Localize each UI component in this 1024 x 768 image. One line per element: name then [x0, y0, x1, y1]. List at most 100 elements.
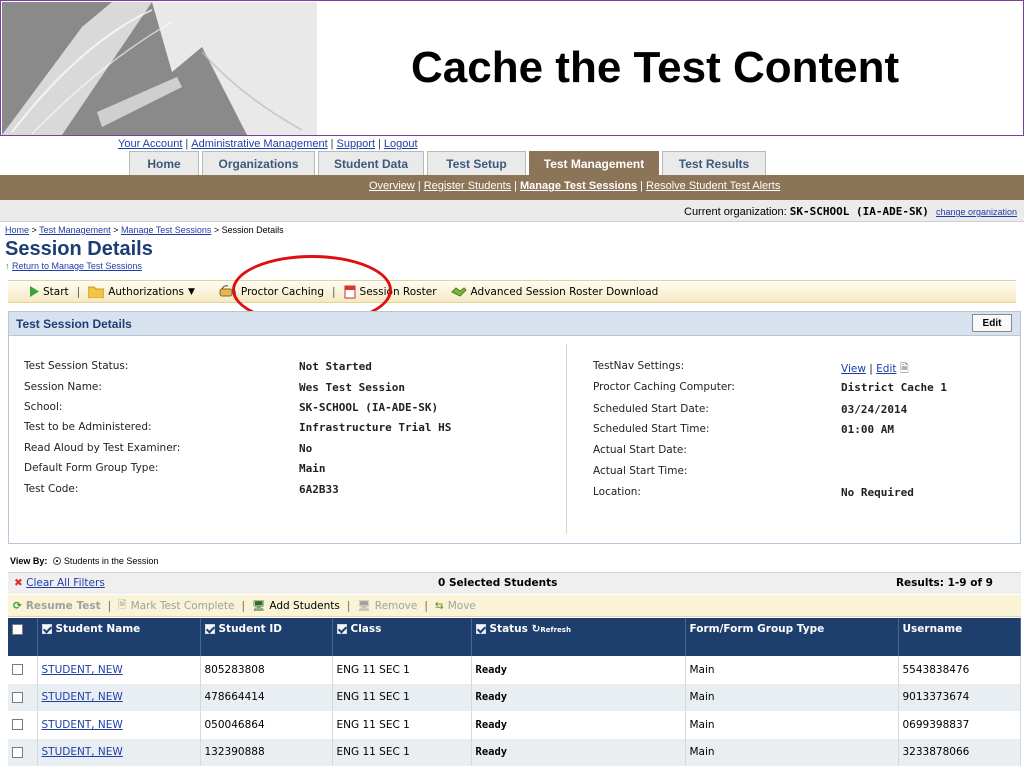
- actual-date-label: Actual Start Date:: [593, 444, 687, 456]
- advanced-roster-label: Advanced Session Roster Download: [470, 285, 659, 298]
- subnav-manage-test-sessions[interactable]: Manage Test Sessions: [520, 180, 637, 192]
- start-button[interactable]: Start: [30, 286, 69, 298]
- start-label: Start: [43, 285, 69, 298]
- move-label: Move: [447, 599, 476, 612]
- advanced-roster-download-button[interactable]: Advanced Session Roster Download: [450, 285, 659, 298]
- col-class-label: Class: [350, 623, 382, 635]
- col-username-label: Username: [902, 623, 963, 635]
- table-row: STUDENT, NEW 132390888 ENG 11 SEC 1 Read…: [8, 738, 1021, 766]
- breadcrumb-home[interactable]: Home: [5, 225, 29, 235]
- remove-label: Remove: [374, 599, 418, 612]
- student-name-cell: STUDENT, NEW: [37, 711, 201, 739]
- tab-test-results[interactable]: Test Results: [662, 151, 766, 175]
- tab-student-data[interactable]: Student Data: [318, 151, 424, 175]
- test-administered-label: Test to be Administered:: [24, 421, 152, 433]
- breadcrumb-test-management[interactable]: Test Management: [39, 225, 111, 235]
- col-class[interactable]: Class: [332, 618, 472, 656]
- page-title: Session Details: [5, 238, 153, 260]
- tab-test-management[interactable]: Test Management: [529, 151, 659, 175]
- session-roster-label: Session Roster: [359, 285, 437, 298]
- view-by: View By: Students in the Session: [10, 556, 158, 566]
- student-name-cell: STUDENT, NEW: [37, 656, 201, 684]
- student-name-cell: STUDENT, NEW: [37, 683, 201, 711]
- administrative-management-link[interactable]: Administrative Management: [191, 138, 327, 150]
- folder-icon: [88, 286, 105, 298]
- tab-home[interactable]: Home: [129, 151, 199, 175]
- col-student-id[interactable]: Student ID: [200, 618, 333, 656]
- resume-icon: ⟳: [13, 599, 22, 612]
- username-cell: 5543838476: [898, 656, 1021, 684]
- form-cell: Main: [685, 711, 899, 739]
- form-cell: Main: [685, 683, 899, 711]
- session-name-value: Wes Test Session: [299, 381, 405, 394]
- breadcrumb-manage-test-sessions[interactable]: Manage Test Sessions: [121, 225, 211, 235]
- class-cell: ENG 11 SEC 1: [332, 683, 472, 711]
- subnav-bar: Overview | Register Students | Manage Test S…: [0, 175, 1024, 200]
- location-value: No Required: [841, 486, 914, 499]
- details-header-title: Test Session Details: [16, 317, 132, 331]
- add-students-icon: 🖥: [252, 600, 266, 612]
- student-name-link[interactable]: STUDENT, NEW: [42, 746, 123, 758]
- test-code-value: 6A2B33: [299, 483, 339, 496]
- table-header-row: Student Name Student ID Class Status ↻Re…: [8, 618, 1021, 656]
- col-student-name[interactable]: Student Name: [37, 618, 201, 656]
- your-account-link[interactable]: Your Account: [118, 138, 182, 150]
- status-cell: Ready: [471, 683, 686, 711]
- edit-button[interactable]: Edit: [972, 314, 1012, 332]
- subnav-resolve-alerts[interactable]: Resolve Student Test Alerts: [646, 180, 780, 192]
- scheduled-time-label: Scheduled Start Time:: [593, 423, 710, 435]
- slide-title: Cache the Test Content: [411, 43, 900, 92]
- logout-link[interactable]: Logout: [384, 138, 418, 150]
- session-name-label: Session Name:: [24, 381, 102, 393]
- play-icon: [30, 286, 39, 297]
- subnav-overview[interactable]: Overview: [369, 180, 415, 192]
- student-name-link[interactable]: STUDENT, NEW: [42, 719, 123, 731]
- remove-button[interactable]: 🖥 Remove: [357, 599, 418, 613]
- subnav-register-students[interactable]: Register Students: [424, 180, 511, 192]
- authorizations-dropdown[interactable]: Authorizations ▼: [88, 285, 195, 298]
- student-name-link[interactable]: STUDENT, NEW: [42, 664, 123, 676]
- mark-complete-icon: 🖹: [118, 598, 127, 611]
- move-button[interactable]: ⇆ Move: [435, 600, 476, 612]
- select-all-checkbox[interactable]: [12, 623, 23, 635]
- row-checkbox[interactable]: [12, 746, 23, 758]
- students-in-session-radio[interactable]: [52, 557, 61, 565]
- support-link[interactable]: Support: [336, 138, 375, 150]
- testnav-edit-link[interactable]: Edit: [876, 363, 896, 375]
- col-student-id-label: Student ID: [218, 623, 282, 635]
- col-status-label: Status: [489, 623, 528, 635]
- col-status[interactable]: Status ↻Refresh: [471, 618, 686, 656]
- table-row: STUDENT, NEW 050046864 ENG 11 SEC 1 Read…: [8, 711, 1021, 739]
- testnav-view-link[interactable]: View: [841, 363, 866, 375]
- class-cell: ENG 11 SEC 1: [332, 711, 472, 739]
- logo: [2, 2, 317, 135]
- student-name-link[interactable]: STUDENT, NEW: [42, 691, 123, 703]
- proctor-caching-button[interactable]: Proctor Caching: [219, 285, 324, 298]
- mark-complete-button[interactable]: 🖹 Mark Test Complete: [118, 597, 234, 615]
- breadcrumb: Home > Test Management > Manage Test Ses…: [5, 225, 284, 235]
- session-roster-button[interactable]: Session Roster: [344, 285, 437, 299]
- resume-test-button[interactable]: ⟳ Resume Test: [13, 600, 101, 612]
- row-checkbox[interactable]: [12, 719, 23, 731]
- form-cell: Main: [685, 656, 899, 684]
- remove-icon: 🖥: [357, 600, 371, 612]
- change-organization-link[interactable]: change organization: [936, 207, 1017, 217]
- row-checkbox[interactable]: [12, 691, 23, 703]
- student-id-cell: 132390888: [200, 738, 333, 766]
- school-label: School:: [24, 401, 63, 413]
- return-link-wrap: ↑ Return to Manage Test Sessions: [5, 261, 142, 271]
- clear-all-filters-link[interactable]: Clear All Filters: [26, 577, 105, 589]
- col-student-name-label: Student Name: [55, 623, 141, 635]
- tab-test-setup[interactable]: Test Setup: [427, 151, 526, 175]
- return-to-manage-sessions-link[interactable]: Return to Manage Test Sessions: [12, 261, 142, 271]
- column-checkbox-icon: [204, 624, 215, 634]
- form-group-value: Main: [299, 462, 326, 475]
- add-students-button[interactable]: 🖥 Add Students: [252, 599, 340, 613]
- clear-filter-icon: ✖: [14, 577, 23, 589]
- row-checkbox[interactable]: [12, 664, 23, 676]
- location-label: Location:: [593, 486, 641, 498]
- tab-organizations[interactable]: Organizations: [202, 151, 315, 175]
- refresh-label[interactable]: Refresh: [540, 626, 571, 634]
- student-id-cell: 050046864: [200, 711, 333, 739]
- username-cell: 0699398837: [898, 711, 1021, 739]
